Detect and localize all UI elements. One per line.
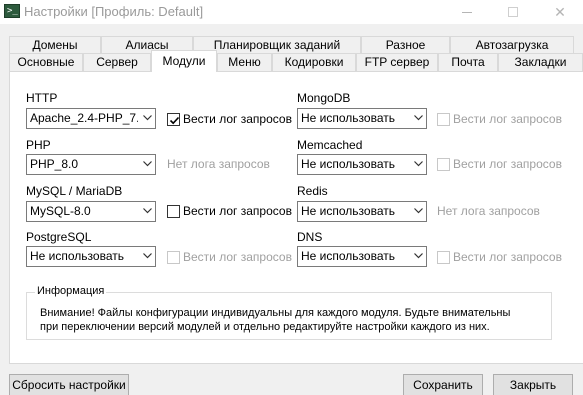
checkbox-box bbox=[167, 204, 180, 218]
dns-label: DNS bbox=[297, 230, 323, 244]
tab-modules[interactable]: Модули bbox=[151, 50, 217, 72]
http-log-checkbox[interactable]: Вести лог запросов bbox=[167, 112, 292, 126]
http-log-label: Вести лог запросов bbox=[183, 112, 292, 126]
mongodb-label: MongoDB bbox=[297, 91, 351, 105]
php-no-log-text: Нет лога запросов bbox=[167, 157, 270, 171]
close-icon: ✕ bbox=[554, 3, 566, 20]
tab-encodings[interactable]: Кодировки bbox=[272, 53, 356, 71]
tab-mail[interactable]: Почта bbox=[438, 53, 498, 71]
mongodb-log-label: Вести лог запросов bbox=[453, 112, 562, 126]
mongodb-log-checkbox: Вести лог запросов bbox=[437, 112, 562, 126]
maximize-button[interactable] bbox=[490, 0, 536, 24]
http-label: HTTP bbox=[26, 91, 58, 105]
info-title: Информация bbox=[35, 285, 107, 297]
checkbox-box bbox=[167, 112, 180, 126]
php-select-value: PHP_8.0 bbox=[30, 157, 79, 171]
php-select[interactable]: PHP_8.0 bbox=[26, 154, 156, 175]
dns-log-label: Вести лог запросов bbox=[453, 250, 562, 264]
reset-settings-button[interactable]: Сбросить настройки bbox=[9, 374, 129, 395]
info-groupbox: Информация Внимание! Файлы конфигурации … bbox=[26, 285, 552, 340]
mysql-label: MySQL / MariaDB bbox=[26, 184, 123, 198]
postgresql-label: PostgreSQL bbox=[26, 230, 92, 244]
dns-select[interactable]: Не использовать bbox=[297, 246, 427, 267]
window-title: Настройки [Профиль: Default] bbox=[24, 4, 204, 19]
tab-autostart[interactable]: Автозагрузка bbox=[450, 36, 574, 54]
mysql-select[interactable]: MySQL-8.0 bbox=[26, 201, 156, 222]
tab-bookmarks[interactable]: Закладки bbox=[498, 53, 583, 71]
close-window-button[interactable]: ✕ bbox=[537, 0, 583, 24]
tabs-back-row: Домены Алиасы Планировщик заданий Разное… bbox=[0, 36, 583, 54]
checkbox-box bbox=[437, 250, 450, 264]
tab-domains[interactable]: Домены bbox=[9, 36, 101, 54]
close-button[interactable]: Закрыть bbox=[493, 374, 573, 395]
memcached-log-label: Вести лог запросов bbox=[453, 157, 562, 171]
info-text: Внимание! Файлы конфигурации индивидуаль… bbox=[40, 306, 545, 334]
checkbox-box bbox=[437, 112, 450, 126]
minimize-button[interactable] bbox=[444, 0, 490, 24]
memcached-select-value: Не использовать bbox=[301, 157, 395, 171]
title-bar: >_ Настройки [Профиль: Default] ✕ bbox=[0, 0, 583, 24]
chevron-down-icon bbox=[143, 161, 152, 167]
tab-menu[interactable]: Меню bbox=[217, 53, 272, 71]
tabs-front-row: Основные Сервер Модули Меню Кодировки FT… bbox=[0, 50, 583, 72]
postgresql-log-label: Вести лог запросов bbox=[183, 250, 292, 264]
save-button[interactable]: Сохранить bbox=[403, 374, 483, 395]
memcached-select[interactable]: Не использовать bbox=[297, 154, 427, 175]
info-line-1: Внимание! Файлы конфигурации индивидуаль… bbox=[40, 307, 511, 319]
info-line-2: при переключении версий модулей и отдель… bbox=[40, 321, 490, 333]
tab-ftp-server[interactable]: FTP сервер bbox=[356, 53, 438, 71]
chevron-down-icon bbox=[143, 208, 152, 214]
dns-select-value: Не использовать bbox=[301, 249, 395, 263]
maximize-icon bbox=[508, 7, 518, 17]
tab-general[interactable]: Основные bbox=[9, 53, 83, 71]
http-select-value: Apache_2.4-PHP_7.0- bbox=[30, 111, 138, 125]
checkbox-box bbox=[167, 250, 180, 264]
tab-scheduler[interactable]: Планировщик заданий bbox=[193, 36, 361, 54]
chevron-down-icon bbox=[143, 115, 152, 121]
chevron-down-icon bbox=[414, 161, 423, 167]
minimize-icon bbox=[462, 11, 472, 13]
mysql-select-value: MySQL-8.0 bbox=[30, 204, 91, 218]
redis-label: Redis bbox=[297, 184, 328, 198]
checkbox-box bbox=[437, 157, 450, 171]
terminal-app-icon: >_ bbox=[4, 4, 20, 18]
redis-no-log-text: Нет лога запросов bbox=[437, 204, 540, 218]
php-label: PHP bbox=[26, 138, 51, 152]
mysql-log-checkbox[interactable]: Вести лог запросов bbox=[167, 204, 292, 218]
chevron-down-icon bbox=[414, 115, 423, 121]
mysql-log-label: Вести лог запросов bbox=[183, 204, 292, 218]
chevron-down-icon bbox=[414, 253, 423, 259]
http-select[interactable]: Apache_2.4-PHP_7.0- bbox=[26, 108, 156, 129]
tab-server[interactable]: Сервер bbox=[83, 53, 151, 71]
chevron-down-icon bbox=[143, 253, 152, 259]
tab-misc[interactable]: Разное bbox=[361, 36, 450, 54]
postgresql-log-checkbox: Вести лог запросов bbox=[167, 250, 292, 264]
redis-select-value: Не использовать bbox=[301, 204, 395, 218]
postgresql-select[interactable]: Не использовать bbox=[26, 246, 156, 267]
dns-log-checkbox: Вести лог запросов bbox=[437, 250, 562, 264]
mongodb-select[interactable]: Не использовать bbox=[297, 108, 427, 129]
redis-select[interactable]: Не использовать bbox=[297, 201, 427, 222]
memcached-log-checkbox: Вести лог запросов bbox=[437, 157, 562, 171]
chevron-down-icon bbox=[414, 208, 423, 214]
checkmark-icon bbox=[169, 116, 180, 124]
mongodb-select-value: Не использовать bbox=[301, 111, 395, 125]
memcached-label: Memcached bbox=[297, 138, 363, 152]
postgresql-select-value: Не использовать bbox=[30, 249, 124, 263]
